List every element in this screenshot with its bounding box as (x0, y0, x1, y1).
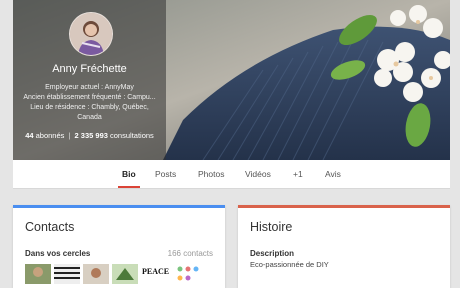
contact-thumb[interactable] (174, 264, 200, 284)
story-card: Histoire Description Eco-passionnée de D… (238, 205, 450, 288)
followers-count: 44 (25, 131, 34, 140)
detail-education: Ancien établissement fréquenté : Campu..… (23, 94, 156, 101)
tab-bio[interactable]: Bio (118, 160, 140, 188)
tab-reviews[interactable]: Avis (325, 160, 341, 188)
contact-thumb[interactable] (83, 264, 109, 284)
stats-separator: | (68, 131, 71, 140)
thumb-peace-text: PEACE (142, 267, 169, 276)
contact-thumb[interactable] (25, 264, 51, 284)
profile-panel: Anny Fréchette Employeur actuel : AnnyMa… (13, 0, 166, 160)
detail-employer: Employeur actuel : AnnyMay (45, 84, 134, 91)
profile-name: Anny Fréchette (52, 63, 127, 75)
detail-location-country: Canada (77, 114, 102, 121)
story-title: Histoire (250, 220, 293, 234)
contacts-card: Contacts Dans vos cercles 166 contacts P… (13, 205, 225, 288)
circles-label[interactable]: Dans vos cercles (25, 249, 90, 258)
description-text: Eco-passionnée de DIY (250, 260, 329, 269)
profile-details: Employeur actuel : AnnyMay Ancien établi… (15, 83, 164, 123)
profile-stats: 44 abonnés | 2 335 993 consultations (13, 131, 166, 140)
tab-plus-one[interactable]: +1 (293, 160, 303, 188)
tab-photos[interactable]: Photos (198, 160, 224, 188)
views-count: 2 335 993 (74, 131, 108, 140)
contact-thumb[interactable] (112, 264, 138, 284)
avatar[interactable] (69, 12, 113, 56)
contacts-title: Contacts (25, 220, 75, 234)
followers-label[interactable]: abonnés (36, 131, 65, 140)
views-label: consultations (110, 131, 154, 140)
description-label: Description (250, 249, 295, 258)
cover-area: Anny Fréchette Employeur actuel : AnnyMa… (13, 0, 450, 160)
contact-thumb[interactable]: PEACE (141, 264, 171, 284)
contact-thumb[interactable] (54, 264, 80, 284)
tab-posts[interactable]: Posts (155, 160, 176, 188)
circles-count[interactable]: 166 contacts (168, 249, 213, 258)
tab-videos[interactable]: Vidéos (245, 160, 271, 188)
detail-location: Lieu de résidence : Chambly, Québec, (30, 104, 149, 111)
profile-tabs: Bio Posts Photos Vidéos +1 Avis (13, 160, 450, 189)
